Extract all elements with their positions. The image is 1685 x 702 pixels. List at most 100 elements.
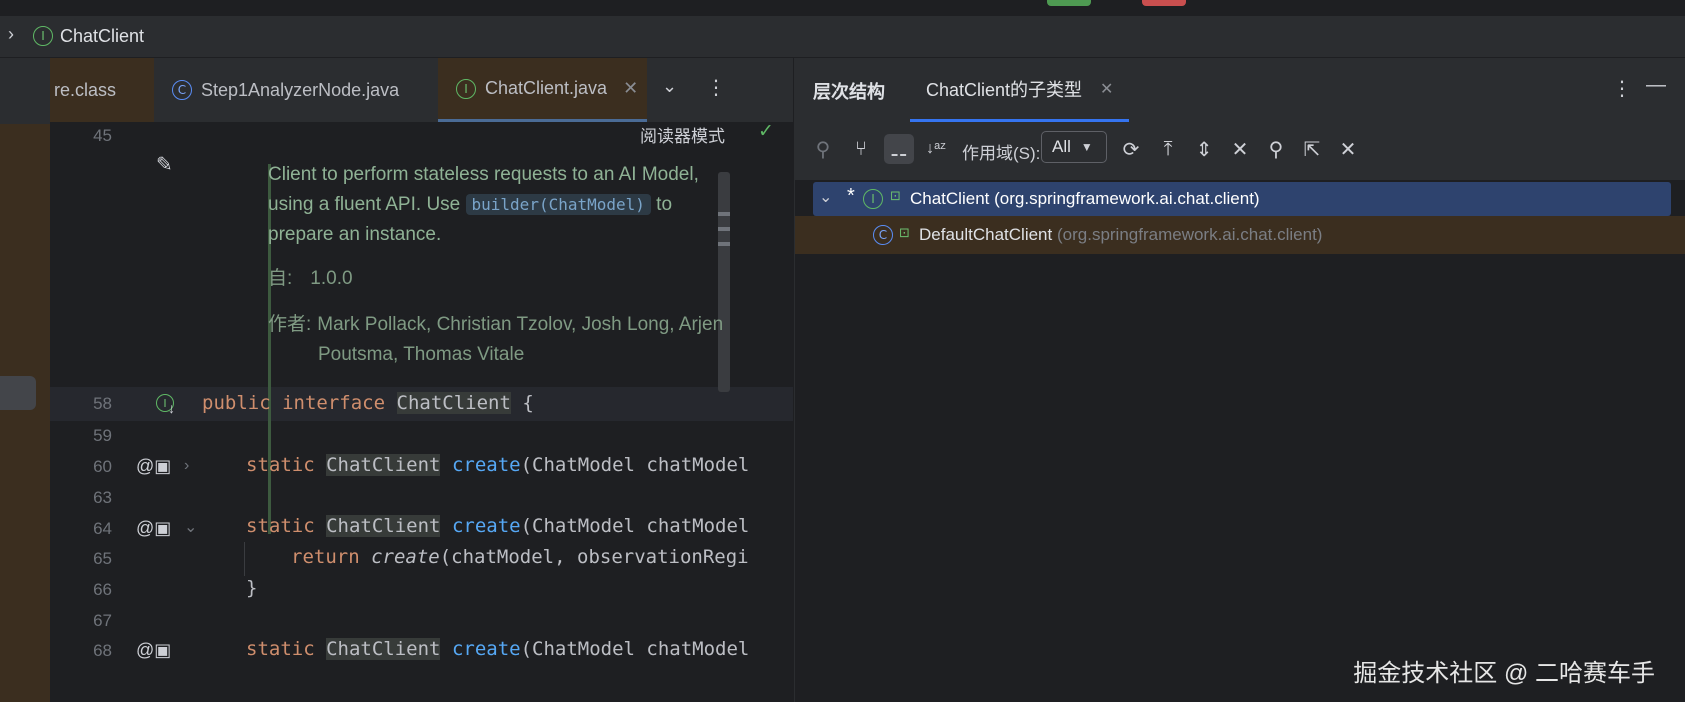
doc-code-link[interactable]: builder(ChatModel) xyxy=(465,194,651,215)
tab-chatclient-subtypes[interactable]: ChatClient的子类型 ✕ xyxy=(910,58,1130,122)
window-top-strip xyxy=(0,0,1685,17)
supertypes-icon[interactable]: ⑂ xyxy=(846,134,876,164)
asterisk-marker: * xyxy=(847,185,855,207)
fold-chevron-icon[interactable]: › xyxy=(184,457,189,475)
author-value: Mark Pollack, Christian Tzolov, Josh Lon… xyxy=(317,314,724,335)
method-call[interactable]: create xyxy=(371,546,440,568)
params: (ChatModel chatModel xyxy=(520,454,750,476)
line-number: 60 xyxy=(93,457,112,476)
class-name: ChatClient xyxy=(910,189,990,208)
more-options-icon[interactable]: ⋮ xyxy=(706,75,726,100)
indent-guide xyxy=(244,542,245,576)
code-line-58: public interface ChatClient { xyxy=(202,392,534,414)
open-in-editor-icon[interactable]: ⇱ xyxy=(1297,134,1327,164)
close-icon[interactable]: ✕ xyxy=(1100,79,1113,99)
tree-row-root[interactable]: ⌄ * I ⊡ ChatClient (org.springframework.… xyxy=(813,182,1671,216)
hierarchy-title-bar: 层次结构 ChatClient的子类型 ✕ ⋮ — xyxy=(795,58,1685,122)
type-name[interactable]: ChatClient xyxy=(396,392,511,414)
tree-node-label: DefaultChatClient (org.springframework.a… xyxy=(919,225,1322,245)
pin-icon[interactable]: ⚲ xyxy=(1261,134,1291,164)
method-name[interactable]: create xyxy=(452,515,521,537)
hierarchy-tool-window: 层次结构 ChatClient的子类型 ✕ ⋮ — ⚲ ⑂ ⚋ ↓ᵃᶻ 作用域(… xyxy=(794,58,1685,702)
line-number: 59 xyxy=(93,426,112,445)
type-hierarchy-icon[interactable]: ⚲ xyxy=(808,134,838,164)
refresh-icon[interactable]: ⟳ xyxy=(1116,134,1146,164)
scope-label: 作用域(S): xyxy=(962,144,1041,163)
editor-tab-bar: re.class C Step1AnalyzerNode.java I Chat… xyxy=(50,58,793,122)
class-icon: C xyxy=(172,80,192,100)
method-name[interactable]: create xyxy=(452,638,521,660)
base-on-this-type-icon[interactable]: ⤒ xyxy=(1153,134,1183,164)
params: (ChatModel chatModel xyxy=(520,515,750,537)
doc-since: 自: 1.0.0 xyxy=(268,264,788,294)
lock-open-icon: ⊡ xyxy=(890,188,901,203)
package-name: (org.springframework.ai.chat.client) xyxy=(994,189,1260,208)
doc-line: Client to perform stateless requests to … xyxy=(268,164,699,185)
package-name: (org.springframework.ai.chat.client) xyxy=(1056,225,1323,244)
run-button[interactable] xyxy=(1047,0,1091,6)
annotation-icon[interactable]: @▣ xyxy=(136,456,171,477)
keyword: static xyxy=(246,638,315,660)
reader-mode-button[interactable]: 阅读器模式 xyxy=(640,122,725,147)
close-tool-icon[interactable]: ✕ xyxy=(1333,134,1363,164)
edit-pencil-icon[interactable]: ✎ xyxy=(156,152,173,177)
keyword: interface xyxy=(282,392,386,414)
tab-label: ChatClient的子类型 xyxy=(926,79,1083,100)
collapse-all-icon[interactable]: ✕ xyxy=(1225,134,1255,164)
sort-alphabetically-icon[interactable]: ↓ᵃᶻ xyxy=(921,134,951,164)
breadcrumb-item[interactable]: ChatClient xyxy=(60,26,144,47)
scope-select[interactable]: All ▼ xyxy=(1041,131,1107,163)
class-name: DefaultChatClient xyxy=(919,225,1053,244)
tab-chatclient[interactable]: I ChatClient.java ✕ xyxy=(438,58,647,122)
args: (chatModel, observationRegi xyxy=(439,546,749,568)
close-icon[interactable]: ✕ xyxy=(623,78,638,99)
since-label: 自: xyxy=(268,268,293,289)
annotation-icon[interactable]: @▣ xyxy=(136,640,171,661)
author-label: 作者: xyxy=(268,314,312,335)
fold-chevron-icon[interactable]: ⌄ xyxy=(184,517,197,537)
type-name[interactable]: ChatClient xyxy=(326,454,441,476)
method-name[interactable]: create xyxy=(452,454,521,476)
type-name[interactable]: ChatClient xyxy=(326,638,441,660)
rendered-javadoc: Client to perform stateless requests to … xyxy=(268,160,788,395)
expand-all-icon[interactable]: ⇕ xyxy=(1189,134,1219,164)
tab-label: re.class xyxy=(54,79,117,100)
code-line-66: } xyxy=(246,577,258,599)
chevron-down-icon[interactable]: ⌄ xyxy=(662,76,677,97)
tab-step1analyzernode[interactable]: C Step1AnalyzerNode.java xyxy=(154,58,437,122)
since-value: 1.0.0 xyxy=(310,268,353,289)
tab-label: Step1AnalyzerNode.java xyxy=(201,79,400,100)
keyword: public xyxy=(202,392,271,414)
code-line-64: static ChatClient create(ChatModel chatM… xyxy=(246,515,749,537)
chevron-right-icon[interactable]: › xyxy=(8,24,14,45)
subtypes-icon[interactable]: ⚋ xyxy=(884,134,914,164)
more-options-icon[interactable]: ⋮ xyxy=(1612,76,1632,101)
tree-row-child[interactable]: C ⊡ DefaultChatClient (org.springframewo… xyxy=(795,216,1685,254)
tool-window-button[interactable] xyxy=(0,376,36,410)
line-number: 58 xyxy=(93,394,112,413)
keyword: static xyxy=(246,515,315,537)
type-name[interactable]: ChatClient xyxy=(326,515,441,537)
doc-author: 作者: Mark Pollack, Christian Tzolov, Josh … xyxy=(268,310,788,370)
code-editor[interactable]: 45 58 59 60 63 64 65 66 67 68 阅读器模式 ✓ ✎ … xyxy=(50,122,793,702)
hierarchy-title: 层次结构 xyxy=(813,82,885,102)
doc-text: to xyxy=(650,194,673,215)
keyword: static xyxy=(246,454,315,476)
author-value-cont: Poutsma, Thomas Vitale xyxy=(318,344,525,365)
tab-re-class[interactable]: re.class xyxy=(50,58,154,122)
line-number: 68 xyxy=(93,641,112,660)
breadcrumb: › I ChatClient xyxy=(0,17,1685,58)
left-tool-strip xyxy=(0,58,50,702)
dropdown-arrow-icon: ▼ xyxy=(1080,140,1093,154)
annotation-icon[interactable]: @▣ xyxy=(136,518,171,539)
minimize-icon[interactable]: — xyxy=(1646,74,1666,97)
params: (ChatModel chatModel xyxy=(520,638,750,660)
keyword: return xyxy=(291,546,360,568)
interface-icon: I xyxy=(863,189,883,209)
stop-button[interactable] xyxy=(1142,0,1186,6)
line-number: 65 xyxy=(93,549,112,568)
code-line-65: return create(chatModel, observationRegi xyxy=(291,546,749,568)
line-number: 63 xyxy=(93,488,112,507)
chevron-down-icon[interactable]: ⌄ xyxy=(819,187,832,207)
doc-line: using a fluent API. Use builder(ChatMode… xyxy=(268,190,788,220)
